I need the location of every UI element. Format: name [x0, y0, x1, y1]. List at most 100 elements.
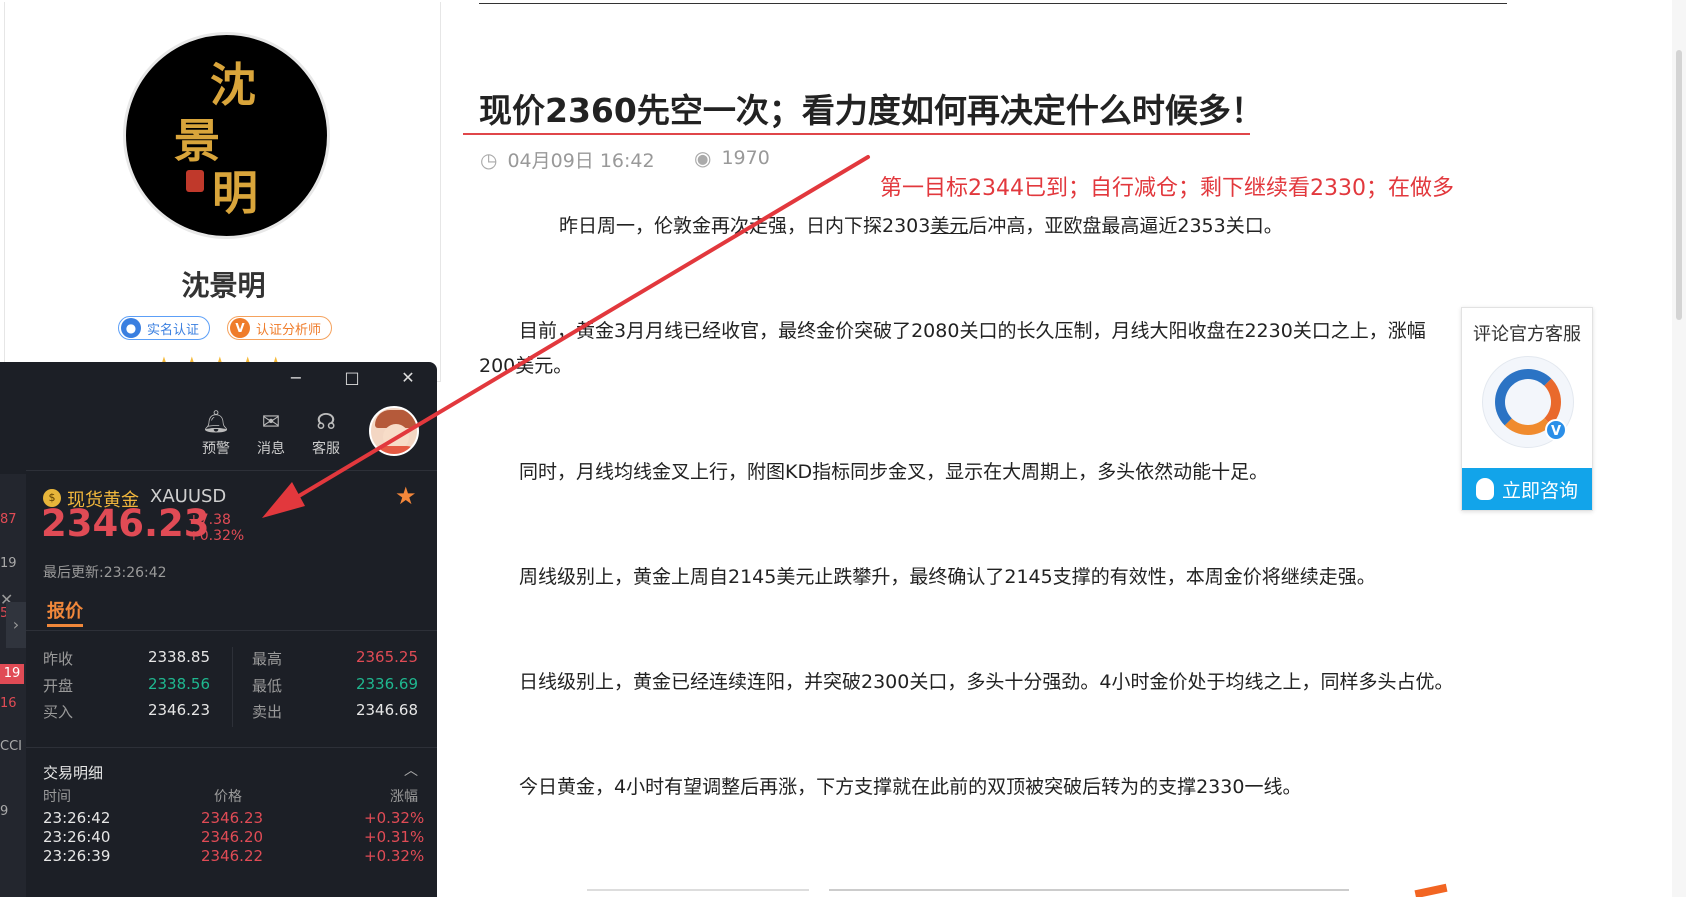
user-verified-icon: ● [121, 318, 141, 338]
user-avatar[interactable] [369, 406, 419, 456]
usd-link[interactable]: 美元 [930, 215, 968, 237]
message-button[interactable]: ✉ 消息 [248, 410, 294, 458]
annotation-mark [1414, 883, 1448, 897]
service-title: 评论官方客服 [1473, 324, 1581, 345]
high-label: 最高 [252, 650, 283, 668]
prev-close-label: 昨收 [43, 650, 74, 668]
low-value: 2336.69 [355, 675, 418, 693]
chevron-up-icon[interactable]: ︿ [404, 760, 418, 780]
v-verified-icon: V [230, 318, 250, 338]
alert-button[interactable]: 🔔︎ 预警 [193, 410, 239, 458]
deal-price: 2346.20 [201, 828, 264, 846]
quote-separator [232, 647, 233, 727]
article-title: 现价2360先空一次；看力度如何再决定什么时候多！ [479, 91, 1264, 130]
qq-icon [1475, 478, 1494, 500]
bid-label: 买入 [43, 703, 74, 721]
deals-divider [26, 747, 437, 748]
chevron-right-icon[interactable]: › [6, 602, 26, 648]
list-value: 9 [0, 804, 9, 819]
top-divider [479, 3, 1507, 4]
open-value: 2338.56 [147, 675, 210, 693]
service-logo-icon[interactable]: V [1482, 356, 1574, 448]
eye-icon: ◉ [694, 146, 712, 170]
price-change-pct: +0.32% [188, 528, 245, 544]
title-underline-mark [463, 133, 1250, 135]
price-change-abs: +7.38 [188, 512, 231, 528]
certified-analyst-badge: V 认证分析师 [227, 316, 333, 340]
deals-title: 交易明细 [43, 764, 104, 782]
article-paragraph-2-cont: 200美元。 [479, 355, 573, 377]
article-paragraph-4: 周线级别上，黄金上周自2145美元止跌攀升，最终确认了2145支撑的有效性，本周… [519, 566, 1376, 588]
deal-change: +0.32% [364, 847, 425, 865]
avatar-char-3: 明 [212, 166, 258, 220]
deal-time: 23:26:40 [43, 828, 111, 846]
article-views: ◉ 1970 [694, 146, 770, 170]
deal-change: +0.32% [364, 809, 425, 827]
customer-service-panel: 评论官方客服 V 立即咨询 [1461, 307, 1593, 511]
close-button[interactable]: ✕ [394, 368, 422, 390]
bottom-divider [587, 889, 809, 891]
real-name-badge-label: 实名认证 [147, 322, 200, 338]
verified-v-icon: V [1545, 419, 1567, 441]
favorite-star-icon[interactable]: ★ [395, 482, 417, 510]
list-value-highlight: 19 [0, 664, 24, 684]
deals-col-price: 价格 [214, 789, 242, 805]
deal-price: 2346.23 [201, 809, 264, 827]
clock-icon: ◷ [480, 147, 498, 172]
current-price: 2346.23 [41, 502, 210, 545]
trading-app-window: − □ ✕ 🔔︎ 预警 ✉ 消息 ☊ 客服 ✕ 87 19 51 19 16 C… [0, 362, 437, 897]
bid-value: 2346.23 [147, 701, 210, 719]
analyst-avatar[interactable]: 沈 景 明 FX [123, 32, 330, 239]
tab-quote[interactable]: 报价 [47, 597, 83, 623]
deal-price: 2346.22 [201, 847, 264, 865]
bell-icon: 🔔︎ [202, 410, 230, 435]
avatar-tag: FX [300, 213, 317, 228]
deal-time: 23:26:42 [43, 809, 111, 827]
handwritten-annotation: 第一目标2344已到；自行减仓；剩下继续看2330；在做多 [880, 176, 1454, 201]
list-value: 19 [0, 556, 17, 571]
headset-icon: ☊ [316, 410, 336, 435]
list-value: 16 [0, 696, 17, 711]
last-update-time: 最后更新:23:26:42 [43, 565, 167, 581]
analyst-profile-card: 沈 景 明 FX 沈景明 ● 实名认证 V 认证分析师 ★★★★★ [4, 2, 441, 382]
article-paragraph-1: 昨日周一，伦敦金再次走强，日内下探2303美元后冲高，亚欧盘最高逼近2353关口… [559, 215, 1283, 237]
analyst-name: 沈景明 [181, 269, 266, 302]
bottom-divider [829, 889, 1349, 891]
deals-col-change: 涨幅 [390, 789, 418, 805]
article-paragraph-3: 同时，月线均线金叉上行，附图KD指标同步金叉，显示在大周期上，多头依然动能十足。 [519, 461, 1269, 483]
ask-label: 卖出 [252, 703, 283, 721]
deal-change: +0.31% [364, 828, 425, 846]
active-tab-indicator [47, 624, 83, 627]
toolbar-divider [26, 470, 437, 471]
deal-time: 23:26:39 [43, 847, 111, 865]
tab-divider [26, 630, 437, 631]
maximize-button[interactable]: □ [338, 368, 366, 390]
consult-now-button[interactable]: 立即咨询 [1462, 468, 1592, 510]
envelope-icon: ✉ [261, 410, 281, 435]
support-button[interactable]: ☊ 客服 [303, 410, 349, 458]
open-label: 开盘 [43, 677, 74, 695]
message-label: 消息 [257, 441, 285, 457]
article-paragraph-5: 日线级别上，黄金已经连续连阳，并突破2300关口，多头十分强劲。4小时金价处于均… [519, 671, 1454, 693]
support-label: 客服 [312, 441, 340, 457]
article-date: ◷ 04月09日 16:42 [480, 146, 655, 173]
list-value: 87 [0, 512, 17, 527]
low-label: 最低 [252, 677, 283, 695]
prev-close-value: 2338.85 [147, 648, 210, 666]
article-date-text: 04月09日 16:42 [507, 150, 655, 172]
watchlist-strip[interactable]: ✕ 87 19 51 19 16 CCI 9 [0, 474, 26, 897]
article-views-count: 1970 [721, 147, 770, 169]
consult-now-label: 立即咨询 [1501, 479, 1578, 502]
minimize-button[interactable]: − [282, 368, 310, 390]
article-paragraph-2: 目前，黄金3月月线已经收官，最终金价突破了2080关口的长久压制，月线大阳收盘在… [519, 320, 1426, 342]
certified-analyst-badge-label: 认证分析师 [256, 322, 322, 338]
seal-icon [186, 170, 204, 192]
real-name-badge: ● 实名认证 [118, 316, 211, 340]
deals-col-time: 时间 [43, 789, 71, 805]
ask-value: 2346.68 [355, 701, 418, 719]
article-paragraph-6: 今日黄金，4小时有望调整后再涨，下方支撑就在此前的双顶被突破后转为的支撑2330… [519, 776, 1302, 798]
alert-label: 预警 [202, 441, 230, 457]
high-value: 2365.25 [355, 648, 418, 666]
list-value: CCI [0, 739, 22, 754]
scrollbar-thumb[interactable] [1676, 50, 1682, 320]
